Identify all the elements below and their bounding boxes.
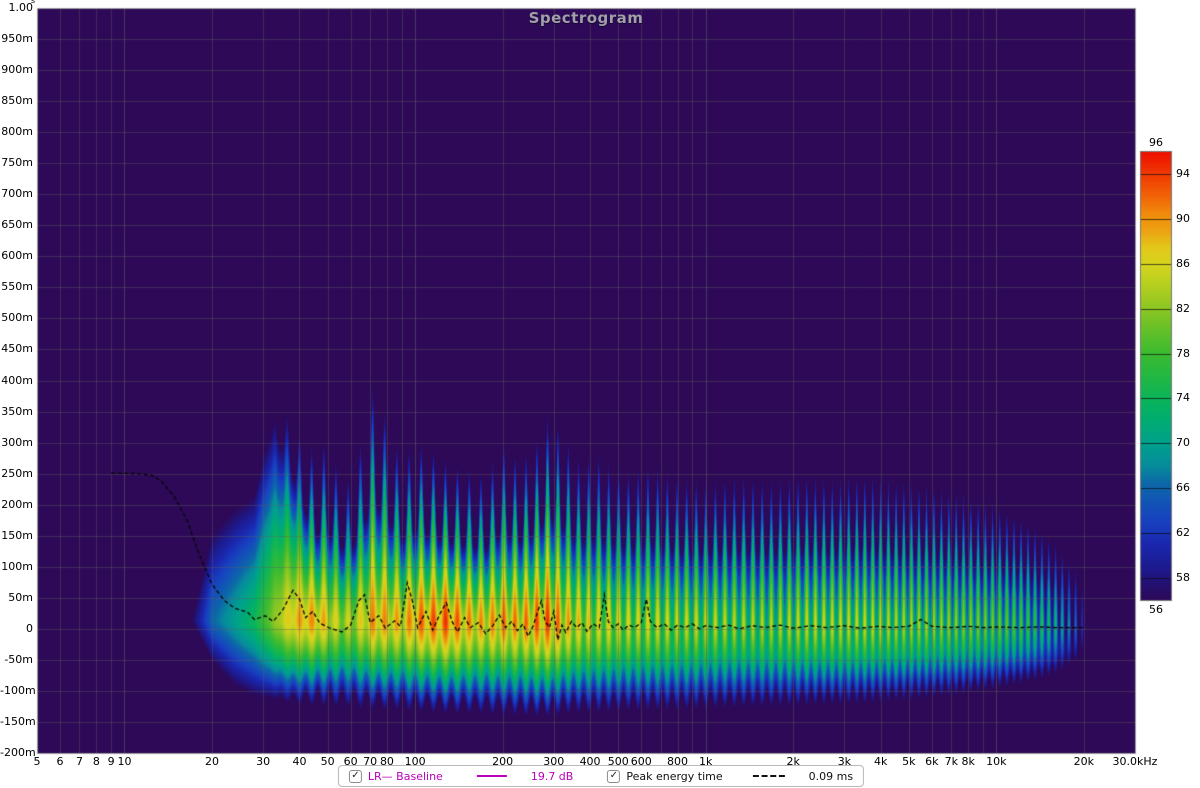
x-tick-label: 10k (964, 755, 1028, 768)
y-tick-label: 300m (0, 437, 33, 449)
peak-energy-value: 0.09 ms (809, 770, 853, 783)
y-tick-label: 550m (0, 281, 33, 293)
baseline-value: 19.7 dB (531, 770, 574, 783)
y-tick-label: -100m (0, 685, 33, 697)
x-tick-label: 100 (383, 755, 447, 768)
y-tick-label: 150m (0, 530, 33, 542)
y-tick-label: -150m (0, 716, 33, 728)
y-tick-label: 400m (0, 375, 33, 387)
x-tick-label: 10 (92, 755, 156, 768)
colorbar-tick-label: 58 (1176, 572, 1190, 584)
spectrogram-canvas[interactable] (0, 0, 1200, 788)
y-tick-label: 750m (0, 157, 33, 169)
y-tick-label: 650m (0, 219, 33, 231)
legend-bar: ✓ LR— Baseline 19.7 dB ✓ Peak energy tim… (338, 765, 864, 787)
y-tick-label: 450m (0, 343, 33, 355)
colorbar-tick-label: 74 (1176, 392, 1190, 404)
y-axis-unit: s (31, 0, 35, 7)
peak-line-sample (753, 775, 785, 777)
colorbar-max-label: 96 (1144, 137, 1168, 149)
colorbar-tick-label: 82 (1176, 303, 1190, 315)
check-icon: ✓ (351, 771, 359, 781)
spectrogram-window: Spectrogram ✓ LR— Baseline 19.7 dB ✓ Pea… (0, 0, 1200, 788)
y-tick-label: 200m (0, 499, 33, 511)
colorbar-min-label: 56 (1144, 604, 1168, 616)
baseline-line-sample (477, 775, 507, 777)
y-tick-label: 50m (0, 592, 33, 604)
baseline-label[interactable]: LR— Baseline (368, 770, 443, 783)
y-tick-label: 0 (0, 623, 33, 635)
y-tick-label: 900m (0, 64, 33, 76)
y-tick-label: 250m (0, 468, 33, 480)
colorbar-tick-label: 66 (1176, 482, 1190, 494)
check-icon: ✓ (610, 771, 618, 781)
y-tick-label: 100m (0, 561, 33, 573)
baseline-checkbox[interactable]: ✓ (349, 770, 362, 783)
y-tick-label: -50m (0, 654, 33, 666)
y-tick-label: 1.00s (0, 2, 33, 14)
x-tick-label: 30.0kHz (1103, 755, 1167, 768)
colorbar-tick-label: 78 (1176, 348, 1190, 360)
colorbar-tick-label: 86 (1176, 258, 1190, 270)
y-tick-label: 950m (0, 33, 33, 45)
y-tick-label: 500m (0, 312, 33, 324)
y-tick-label: 350m (0, 406, 33, 418)
colorbar-tick-label: 90 (1176, 213, 1190, 225)
colorbar-tick-label: 70 (1176, 437, 1190, 449)
x-tick-label: 1k (674, 755, 738, 768)
peak-energy-label[interactable]: Peak energy time (626, 770, 722, 783)
y-tick-label: 850m (0, 95, 33, 107)
y-tick-label: 800m (0, 126, 33, 138)
colorbar-tick-label: 94 (1176, 168, 1190, 180)
y-tick-label: 700m (0, 188, 33, 200)
colorbar-tick-label: 62 (1176, 527, 1190, 539)
peak-energy-checkbox[interactable]: ✓ (607, 770, 620, 783)
y-tick-label: 600m (0, 250, 33, 262)
